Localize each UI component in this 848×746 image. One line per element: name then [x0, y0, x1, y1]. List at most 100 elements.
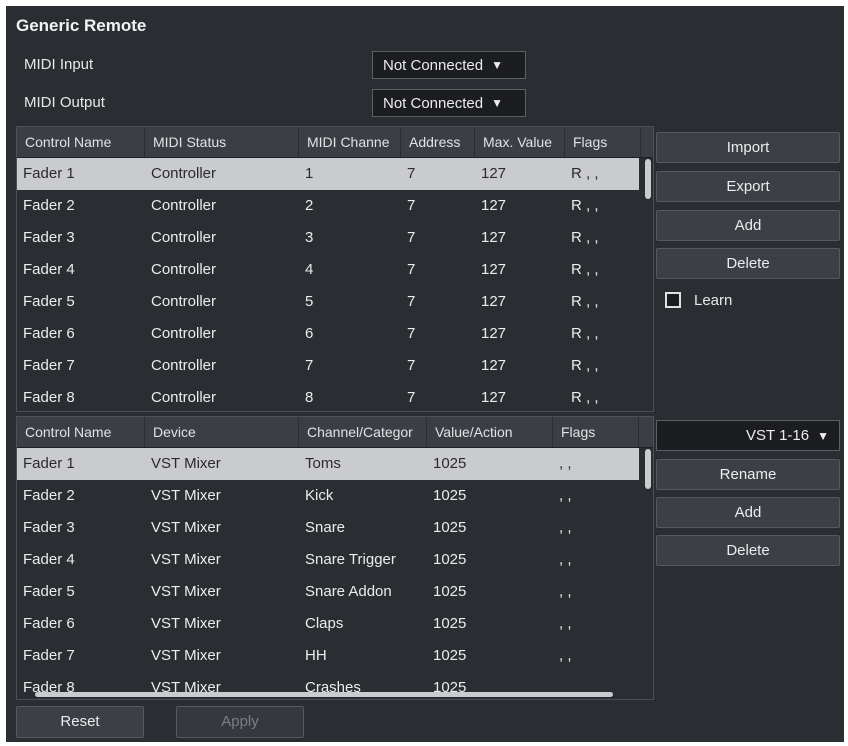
- cell-address[interactable]: 7: [401, 158, 475, 189]
- cell-control-name[interactable]: Fader 4: [17, 544, 145, 575]
- learn-checkbox[interactable]: [665, 292, 681, 308]
- table-row[interactable]: Fader 3 Controller 3 7 127 R , ,: [17, 222, 639, 255]
- column-header-control-name[interactable]: Control Name: [17, 127, 145, 157]
- cell-control-name[interactable]: Fader 1: [17, 158, 145, 189]
- horizontal-scrollbar[interactable]: [35, 692, 613, 697]
- bank-dropdown[interactable]: VST 1-16 ▼: [656, 420, 840, 451]
- cell-max-value[interactable]: 127: [475, 350, 565, 381]
- add-control-button[interactable]: Add: [656, 210, 840, 241]
- cell-flags[interactable]: , ,: [553, 448, 639, 479]
- cell-address[interactable]: 7: [401, 382, 475, 411]
- cell-midi-status[interactable]: Controller: [145, 318, 299, 349]
- cell-control-name[interactable]: Fader 1: [17, 448, 145, 479]
- cell-channel-category[interactable]: Snare: [299, 512, 427, 543]
- cell-midi-status[interactable]: Controller: [145, 190, 299, 221]
- table-row[interactable]: Fader 4 Controller 4 7 127 R , ,: [17, 254, 639, 287]
- cell-flags[interactable]: , ,: [553, 640, 639, 671]
- cell-control-name[interactable]: Fader 6: [17, 318, 145, 349]
- table-row[interactable]: Fader 1 Controller 1 7 127 R , ,: [17, 158, 639, 191]
- table-row[interactable]: Fader 5 VST Mixer Snare Addon 1025, ,: [17, 576, 639, 609]
- cell-value-action[interactable]: 1025: [427, 448, 553, 479]
- cell-midi-channel[interactable]: 5: [299, 286, 401, 317]
- table-row[interactable]: Fader 3 VST Mixer Snare 1025, ,: [17, 512, 639, 545]
- cell-midi-channel[interactable]: 2: [299, 190, 401, 221]
- cell-address[interactable]: 7: [401, 222, 475, 253]
- delete-bank-button[interactable]: Delete: [656, 535, 840, 566]
- cell-value-action[interactable]: 1025: [427, 576, 553, 607]
- column-header-flags[interactable]: Flags: [565, 127, 641, 157]
- cell-flags[interactable]: , ,: [553, 576, 639, 607]
- apply-button[interactable]: Apply: [176, 706, 304, 738]
- table-row[interactable]: Fader 7 Controller 7 7 127 R , ,: [17, 350, 639, 383]
- cell-max-value[interactable]: 127: [475, 190, 565, 221]
- cell-max-value[interactable]: 127: [475, 382, 565, 411]
- cell-device[interactable]: VST Mixer: [145, 512, 299, 543]
- column-header-channel-category[interactable]: Channel/Categor: [299, 417, 427, 447]
- column-header-control-name[interactable]: Control Name: [17, 417, 145, 447]
- cell-device[interactable]: VST Mixer: [145, 608, 299, 639]
- column-header-value-action[interactable]: Value/Action: [427, 417, 553, 447]
- cell-midi-channel[interactable]: 1: [299, 158, 401, 189]
- cell-flags[interactable]: R , ,: [565, 254, 641, 285]
- cell-value-action[interactable]: 1025: [427, 512, 553, 543]
- cell-channel-category[interactable]: Snare Addon: [299, 576, 427, 607]
- cell-device[interactable]: VST Mixer: [145, 544, 299, 575]
- cell-channel-category[interactable]: Kick: [299, 480, 427, 511]
- cell-channel-category[interactable]: HH: [299, 640, 427, 671]
- table-row[interactable]: Fader 6 Controller 6 7 127 R , ,: [17, 318, 639, 351]
- cell-address[interactable]: 7: [401, 286, 475, 317]
- column-header-midi-channel[interactable]: MIDI Channe: [299, 127, 401, 157]
- cell-max-value[interactable]: 127: [475, 286, 565, 317]
- cell-midi-channel[interactable]: 4: [299, 254, 401, 285]
- cell-control-name[interactable]: Fader 2: [17, 480, 145, 511]
- cell-flags[interactable]: R , ,: [565, 222, 641, 253]
- cell-control-name[interactable]: Fader 7: [17, 640, 145, 671]
- vertical-scrollbar[interactable]: [645, 159, 651, 199]
- table-row[interactable]: Fader 2 VST Mixer Kick 1025, ,: [17, 480, 639, 513]
- cell-midi-status[interactable]: Controller: [145, 254, 299, 285]
- table-row[interactable]: Fader 4 VST Mixer Snare Trigger 1025, ,: [17, 544, 639, 577]
- cell-channel-category[interactable]: Claps: [299, 608, 427, 639]
- cell-value-action[interactable]: 1025: [427, 480, 553, 511]
- cell-midi-status[interactable]: Controller: [145, 350, 299, 381]
- column-header-midi-status[interactable]: MIDI Status: [145, 127, 299, 157]
- cell-address[interactable]: 7: [401, 254, 475, 285]
- vertical-scrollbar[interactable]: [645, 449, 651, 489]
- cell-address[interactable]: 7: [401, 318, 475, 349]
- column-header-device[interactable]: Device: [145, 417, 299, 447]
- cell-value-action[interactable]: 1025: [427, 608, 553, 639]
- import-button[interactable]: Import: [656, 132, 840, 163]
- cell-control-name[interactable]: Fader 3: [17, 512, 145, 543]
- delete-control-button[interactable]: Delete: [656, 248, 840, 279]
- cell-flags[interactable]: R , ,: [565, 286, 641, 317]
- cell-device[interactable]: VST Mixer: [145, 480, 299, 511]
- cell-flags[interactable]: , ,: [553, 480, 639, 511]
- cell-flags[interactable]: R , ,: [565, 158, 641, 189]
- rename-button[interactable]: Rename: [656, 459, 840, 490]
- table-row[interactable]: Fader 5 Controller 5 7 127 R , ,: [17, 286, 639, 319]
- cell-control-name[interactable]: Fader 8: [17, 382, 145, 411]
- export-button[interactable]: Export: [656, 171, 840, 202]
- cell-channel-category[interactable]: Snare Trigger: [299, 544, 427, 575]
- cell-control-name[interactable]: Fader 2: [17, 190, 145, 221]
- cell-midi-channel[interactable]: 7: [299, 350, 401, 381]
- cell-max-value[interactable]: 127: [475, 222, 565, 253]
- cell-flags[interactable]: R , ,: [565, 318, 641, 349]
- reset-button[interactable]: Reset: [16, 706, 144, 738]
- midi-output-dropdown[interactable]: Not Connected ▼: [372, 89, 526, 117]
- column-header-flags[interactable]: Flags: [553, 417, 639, 447]
- cell-control-name[interactable]: Fader 5: [17, 576, 145, 607]
- cell-midi-channel[interactable]: 6: [299, 318, 401, 349]
- table-row[interactable]: Fader 7 VST Mixer HH 1025, ,: [17, 640, 639, 673]
- cell-flags[interactable]: R , ,: [565, 382, 641, 411]
- cell-value-action[interactable]: 1025: [427, 640, 553, 671]
- cell-midi-channel[interactable]: 8: [299, 382, 401, 411]
- cell-value-action[interactable]: 1025: [427, 544, 553, 575]
- cell-flags[interactable]: R , ,: [565, 190, 641, 221]
- table-row[interactable]: Fader 2 Controller 2 7 127 R , ,: [17, 190, 639, 223]
- cell-flags[interactable]: R , ,: [565, 350, 641, 381]
- column-header-address[interactable]: Address: [401, 127, 475, 157]
- cell-max-value[interactable]: 127: [475, 254, 565, 285]
- cell-control-name[interactable]: Fader 6: [17, 608, 145, 639]
- column-header-max-value[interactable]: Max. Value: [475, 127, 565, 157]
